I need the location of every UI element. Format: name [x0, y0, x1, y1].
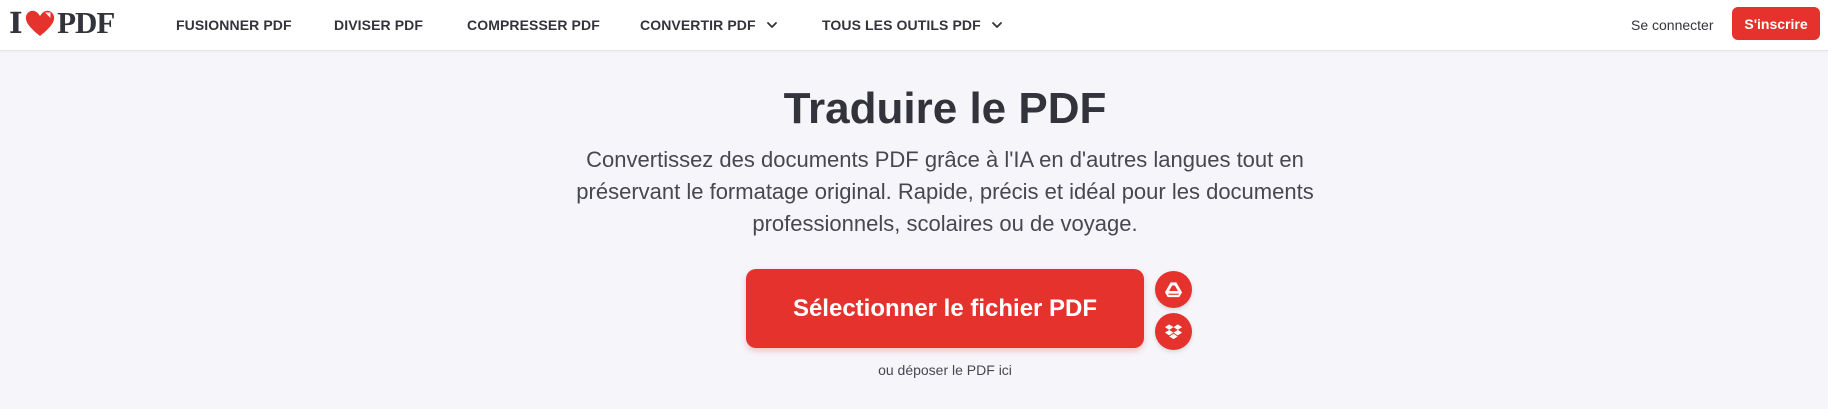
- nav-compress-pdf-label: COMPRESSER PDF: [467, 17, 600, 33]
- google-drive-icon: [1164, 282, 1183, 298]
- nav-compress-pdf[interactable]: COMPRESSER PDF: [467, 15, 600, 35]
- signup-button[interactable]: S'inscrire: [1732, 7, 1820, 40]
- nav-convert-pdf-label: CONVERTIR PDF: [640, 17, 756, 33]
- page-title: Traduire le PDF: [783, 84, 1107, 133]
- ilovepdf-logo[interactable]: I PDF: [9, 5, 115, 40]
- google-drive-button[interactable]: [1155, 271, 1192, 308]
- logo-text-i: I: [9, 6, 23, 40]
- drop-file-hint: ou déposer le PDF ici: [878, 362, 1012, 378]
- nav-split-pdf-label: DIVISER PDF: [334, 17, 424, 33]
- dropbox-icon: [1164, 324, 1183, 340]
- nav-merge-pdf-label: FUSIONNER PDF: [176, 17, 292, 33]
- heart-icon: [25, 10, 55, 36]
- dropbox-button[interactable]: [1155, 313, 1192, 350]
- nav-convert-pdf[interactable]: CONVERTIR PDF: [640, 15, 778, 35]
- nav-all-pdf-tools[interactable]: TOUS LES OUTILS PDF: [822, 15, 1003, 35]
- page-description: Convertissez des documents PDF grâce à l…: [576, 147, 1314, 236]
- nav-split-pdf[interactable]: DIVISER PDF: [334, 15, 423, 35]
- nav-all-pdf-tools-label: TOUS LES OUTILS PDF: [822, 17, 981, 33]
- select-pdf-file-button[interactable]: Sélectionner le fichier PDF: [746, 269, 1144, 348]
- login-link[interactable]: Se connecter: [1631, 15, 1714, 35]
- chevron-down-icon: [991, 22, 1002, 28]
- nav-merge-pdf[interactable]: FUSIONNER PDF: [176, 15, 292, 35]
- chevron-down-icon: [766, 22, 777, 28]
- logo-text-pdf: PDF: [57, 5, 115, 40]
- top-navigation-bar: I PDF FUSIONNER PDF DIVISER PDF COMPRESS…: [0, 0, 1828, 51]
